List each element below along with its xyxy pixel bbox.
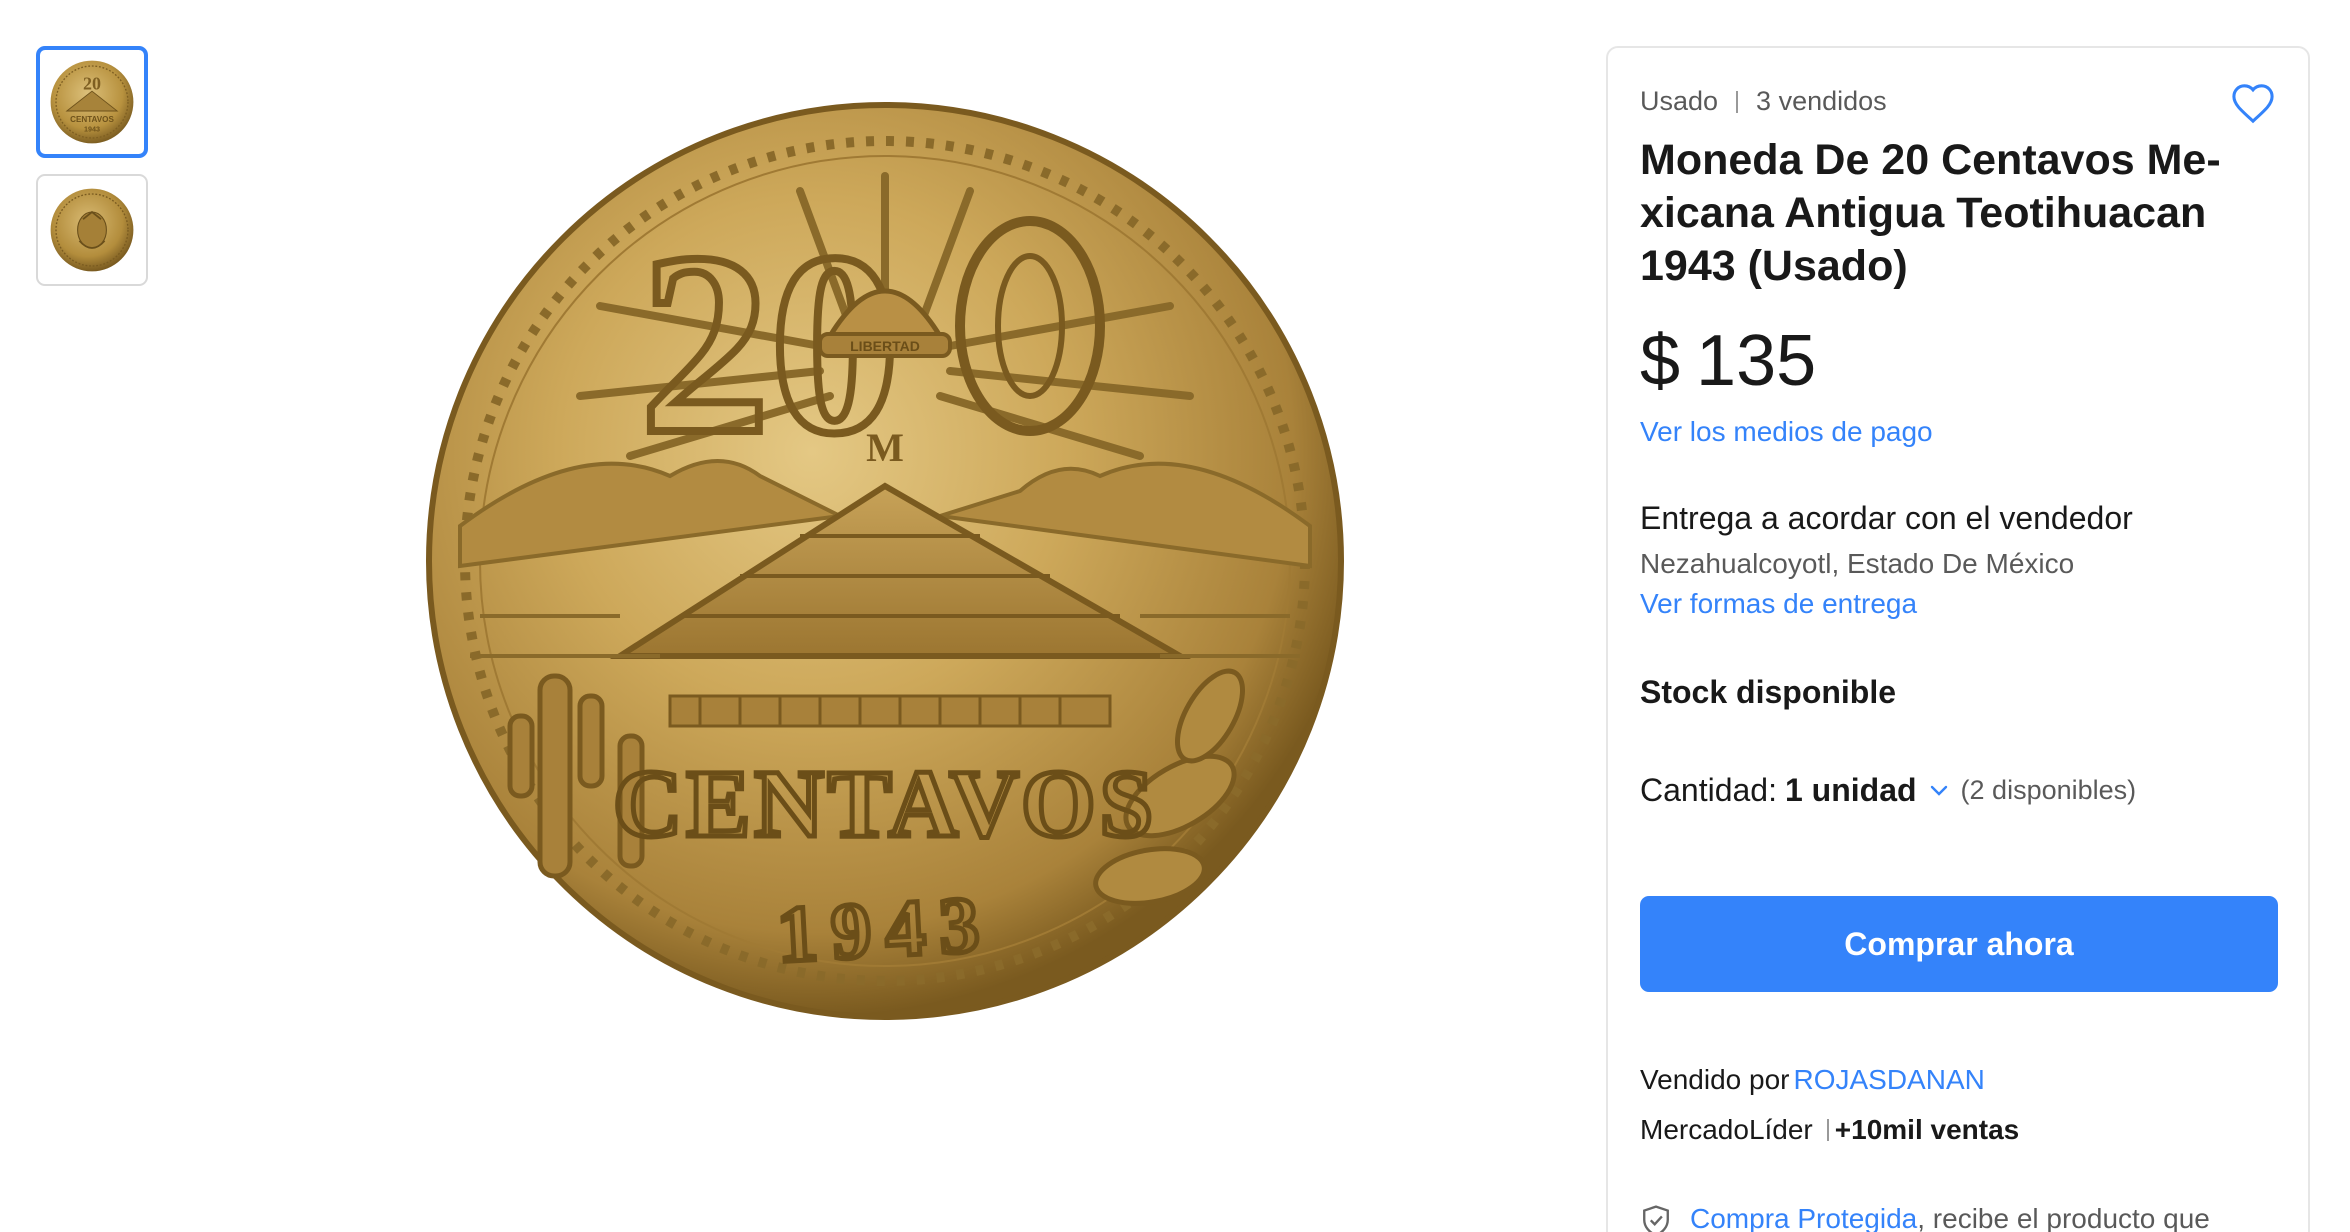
coin-back-thumbnail-image bbox=[50, 188, 134, 272]
coin-cap-text: LIBERTAD bbox=[850, 338, 920, 354]
coin-year: 1943 bbox=[775, 880, 995, 979]
buy-now-button[interactable]: Comprar ahora bbox=[1640, 896, 2278, 992]
purchase-protection: Compra Protegida, recibe el producto que… bbox=[1640, 1200, 2280, 1232]
coin-image: 20 LIBERTAD M CENTAVOS 1943 bbox=[426, 102, 1344, 1020]
delivery-title: Entrega a acordar con el vendedor bbox=[1640, 500, 2133, 536]
heart-icon bbox=[2232, 84, 2274, 124]
seller-name-link[interactable]: ROJASDANAN bbox=[1793, 1064, 1984, 1095]
thumbnail-coin-front[interactable]: 20 CENTAVOS 1943 bbox=[36, 46, 148, 158]
svg-text:CENTAVOS: CENTAVOS bbox=[70, 115, 114, 124]
quantity-selector[interactable]: Cantidad: 1 unidad (2 disponibles) bbox=[1640, 772, 2136, 809]
available-count: (2 disponibles) bbox=[1960, 775, 2137, 805]
protected-purchase-link[interactable]: Compra Protegida bbox=[1690, 1203, 1917, 1232]
stock-label: Stock disponible bbox=[1640, 674, 1897, 710]
svg-text:1943: 1943 bbox=[84, 125, 100, 134]
coin-mint-mark: M bbox=[866, 425, 904, 470]
thumbnail-coin-back[interactable] bbox=[36, 174, 148, 286]
buy-box: Usado 3 vendidos Moneda De 20 Centavos M… bbox=[1606, 46, 2310, 1232]
product-page: 20 CENTAVOS 1943 20 LIBERTAD M CENTAVOS … bbox=[0, 0, 2350, 1232]
subtitle-divider bbox=[1736, 90, 1739, 113]
shield-check-icon bbox=[1640, 1200, 1672, 1232]
chevron-down-icon[interactable] bbox=[1929, 784, 1949, 798]
price-currency: $ bbox=[1640, 321, 1681, 401]
seller-reputation: MercadoLíder +10mil ventas bbox=[1640, 1114, 2019, 1146]
favorite-button[interactable] bbox=[2228, 78, 2278, 128]
product-title: Moneda De 20 Centavos Me-xicana Antigua … bbox=[1640, 136, 2221, 290]
product-subtitle: Usado 3 vendidos bbox=[1640, 86, 1887, 117]
coin-word: CENTAVOS bbox=[613, 750, 1157, 857]
product-price: $ 135 bbox=[1640, 320, 1816, 402]
payment-methods-link[interactable]: Ver los medios de pago bbox=[1640, 416, 1933, 448]
seller-info: Vendido por ROJASDANAN bbox=[1640, 1064, 1985, 1096]
svg-text:20: 20 bbox=[83, 73, 101, 93]
condition-label: Usado bbox=[1640, 86, 1719, 116]
seller-location: Nezahualcoyotl, Estado De México bbox=[1640, 548, 2075, 579]
sold-count: 3 vendidos bbox=[1756, 86, 1887, 116]
protection-text: Compra Protegida, recibe el producto que… bbox=[1690, 1200, 2280, 1232]
seller-sales: +10mil ventas bbox=[1834, 1114, 2020, 1145]
coin-front-thumbnail-image: 20 CENTAVOS 1943 bbox=[50, 60, 134, 144]
sold-by-label: Vendido por bbox=[1640, 1064, 1790, 1095]
seller-badge: MercadoLíder bbox=[1640, 1114, 1813, 1145]
shipping-options-link[interactable]: Ver formas de entrega bbox=[1640, 588, 1917, 620]
main-product-image[interactable]: 20 LIBERTAD M CENTAVOS 1943 bbox=[420, 96, 1350, 1026]
quantity-value[interactable]: 1 unidad bbox=[1785, 772, 1917, 809]
thumbnail-list: 20 CENTAVOS 1943 bbox=[36, 46, 150, 302]
quantity-label: Cantidad: bbox=[1640, 772, 1777, 808]
price-amount: 135 bbox=[1696, 321, 1817, 401]
reputation-divider bbox=[1826, 1119, 1829, 1141]
